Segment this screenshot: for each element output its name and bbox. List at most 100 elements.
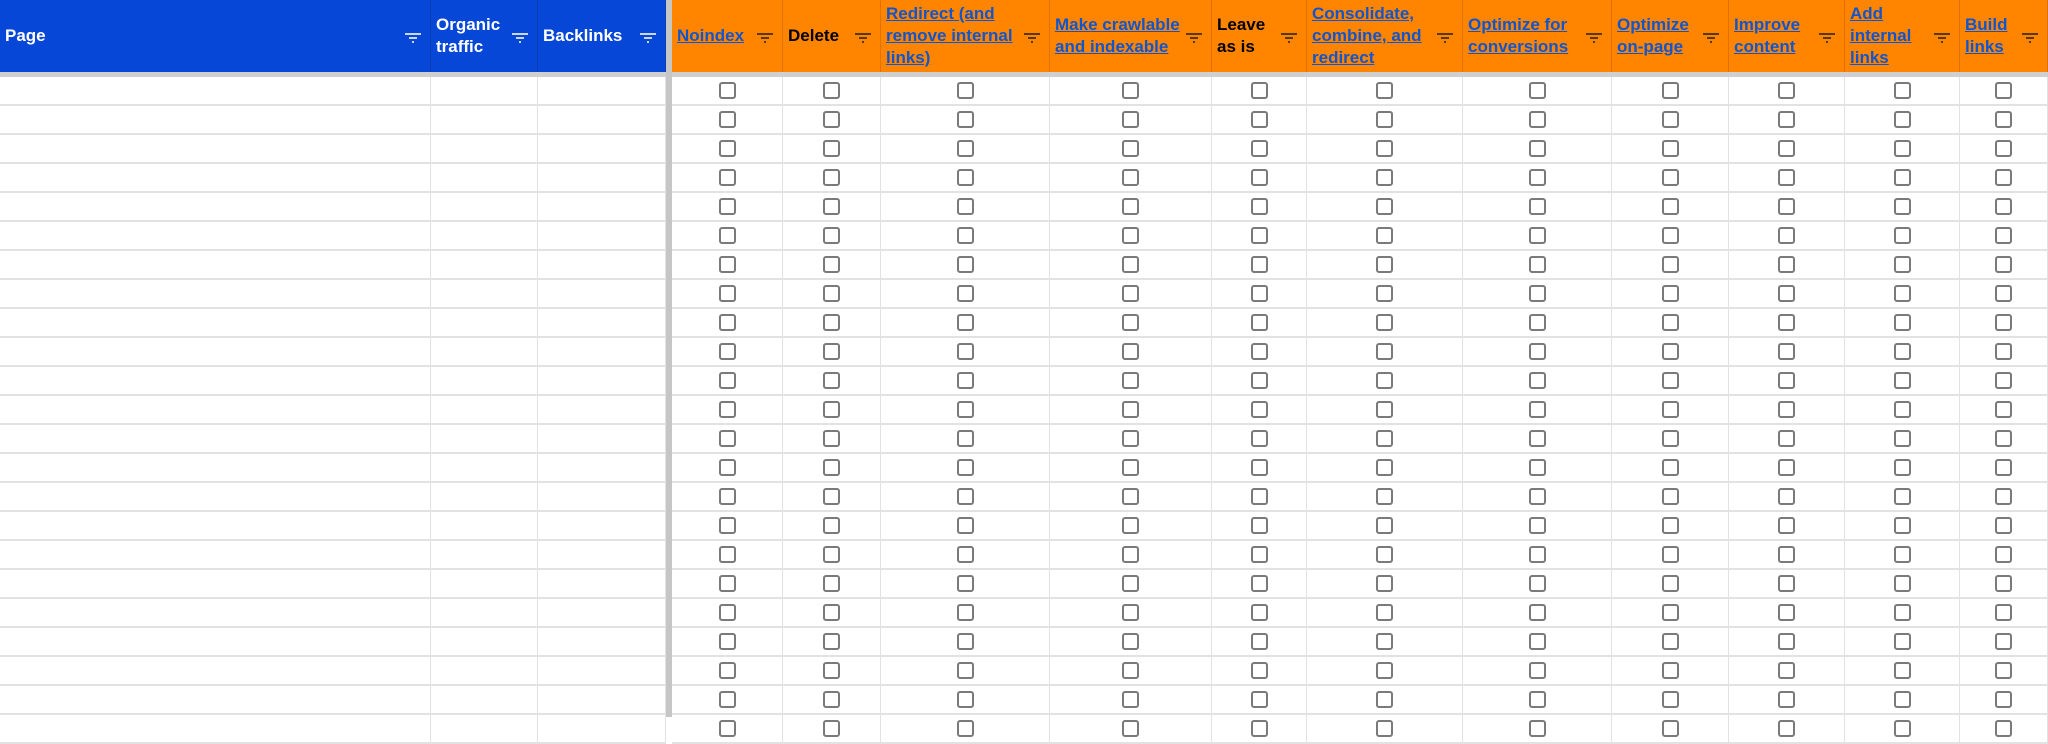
cell-backlinks[interactable]	[538, 512, 666, 541]
checkbox[interactable]	[1250, 604, 1268, 621]
checkbox[interactable]	[1661, 227, 1679, 244]
checkbox[interactable]	[1376, 372, 1393, 389]
checkbox[interactable]	[1995, 488, 2012, 505]
checkbox[interactable]	[1995, 633, 2012, 650]
checkbox[interactable]	[718, 285, 736, 302]
cell-page[interactable]	[0, 715, 431, 744]
cell-organic-traffic[interactable]	[431, 251, 538, 280]
checkbox[interactable]	[823, 430, 840, 447]
checkbox[interactable]	[956, 517, 974, 534]
checkbox[interactable]	[718, 633, 736, 650]
cell-organic-traffic[interactable]	[431, 657, 538, 686]
checkbox[interactable]	[1661, 314, 1679, 331]
cell-backlinks[interactable]	[538, 251, 666, 280]
checkbox[interactable]	[1250, 285, 1268, 302]
checkbox[interactable]	[1250, 430, 1268, 447]
checkbox[interactable]	[823, 662, 840, 679]
checkbox[interactable]	[1995, 546, 2012, 563]
filter-icon[interactable]	[637, 29, 659, 43]
filter-icon[interactable]	[509, 29, 531, 43]
checkbox[interactable]	[1995, 401, 2012, 418]
filter-icon[interactable]	[754, 29, 776, 43]
checkbox[interactable]	[1893, 401, 1911, 418]
cell-organic-traffic[interactable]	[431, 135, 538, 164]
column-header-label[interactable]: Optimize on-page	[1617, 14, 1700, 58]
checkbox[interactable]	[718, 604, 736, 621]
checkbox[interactable]	[1778, 720, 1795, 737]
checkbox[interactable]	[823, 343, 840, 360]
cell-organic-traffic[interactable]	[431, 599, 538, 628]
checkbox[interactable]	[1893, 140, 1911, 157]
checkbox[interactable]	[956, 82, 974, 99]
checkbox[interactable]	[1528, 546, 1546, 563]
checkbox[interactable]	[718, 82, 736, 99]
column-header-make-crawlable-and-indexable[interactable]: Make crawlable and indexable	[1050, 0, 1212, 72]
checkbox[interactable]	[1893, 546, 1911, 563]
checkbox[interactable]	[1250, 314, 1268, 331]
column-header-redirect-and-remove-internal-links[interactable]: Redirect (and remove internal links)	[881, 0, 1050, 72]
filter-icon[interactable]	[1278, 29, 1300, 43]
cell-backlinks[interactable]	[538, 164, 666, 193]
checkbox[interactable]	[1661, 633, 1679, 650]
checkbox[interactable]	[1528, 198, 1546, 215]
checkbox[interactable]	[718, 314, 736, 331]
checkbox[interactable]	[1661, 198, 1679, 215]
cell-backlinks[interactable]	[538, 570, 666, 599]
checkbox[interactable]	[1778, 169, 1795, 186]
checkbox[interactable]	[1250, 256, 1268, 273]
cell-organic-traffic[interactable]	[431, 454, 538, 483]
checkbox[interactable]	[823, 227, 840, 244]
checkbox[interactable]	[1995, 169, 2012, 186]
column-header-label[interactable]: Noindex	[677, 25, 754, 47]
cell-organic-traffic[interactable]	[431, 77, 538, 106]
checkbox[interactable]	[1995, 343, 2012, 360]
checkbox[interactable]	[718, 459, 736, 476]
checkbox[interactable]	[1376, 604, 1393, 621]
checkbox[interactable]	[1528, 372, 1546, 389]
checkbox[interactable]	[1995, 227, 2012, 244]
checkbox[interactable]	[1250, 488, 1268, 505]
checkbox[interactable]	[718, 720, 736, 737]
checkbox[interactable]	[1661, 575, 1679, 592]
cell-page[interactable]	[0, 77, 431, 106]
checkbox[interactable]	[1250, 343, 1268, 360]
cell-page[interactable]	[0, 512, 431, 541]
checkbox[interactable]	[718, 140, 736, 157]
cell-organic-traffic[interactable]	[431, 222, 538, 251]
checkbox[interactable]	[1122, 82, 1139, 99]
checkbox[interactable]	[1893, 227, 1911, 244]
cell-page[interactable]	[0, 280, 431, 309]
cell-backlinks[interactable]	[538, 686, 666, 715]
cell-organic-traffic[interactable]	[431, 338, 538, 367]
checkbox[interactable]	[1995, 198, 2012, 215]
checkbox[interactable]	[1778, 401, 1795, 418]
checkbox[interactable]	[718, 227, 736, 244]
column-header-leave-as-is[interactable]: Leave as is	[1212, 0, 1307, 72]
checkbox[interactable]	[823, 256, 840, 273]
checkbox[interactable]	[956, 256, 974, 273]
checkbox[interactable]	[1250, 662, 1268, 679]
cell-backlinks[interactable]	[538, 715, 666, 744]
filter-icon[interactable]	[402, 29, 424, 43]
checkbox[interactable]	[1376, 140, 1393, 157]
checkbox[interactable]	[823, 140, 840, 157]
checkbox[interactable]	[1376, 198, 1393, 215]
checkbox[interactable]	[1778, 314, 1795, 331]
cell-backlinks[interactable]	[538, 599, 666, 628]
checkbox[interactable]	[1376, 488, 1393, 505]
cell-page[interactable]	[0, 483, 431, 512]
checkbox[interactable]	[718, 256, 736, 273]
checkbox[interactable]	[718, 111, 736, 128]
checkbox[interactable]	[956, 401, 974, 418]
checkbox[interactable]	[1661, 546, 1679, 563]
column-header-label[interactable]: Consolidate, combine, and redirect	[1312, 3, 1434, 69]
checkbox[interactable]	[1528, 401, 1546, 418]
checkbox[interactable]	[1778, 256, 1795, 273]
checkbox[interactable]	[823, 198, 840, 215]
checkbox[interactable]	[956, 169, 974, 186]
checkbox[interactable]	[1376, 517, 1393, 534]
checkbox[interactable]	[823, 372, 840, 389]
checkbox[interactable]	[823, 517, 840, 534]
checkbox[interactable]	[1778, 198, 1795, 215]
checkbox[interactable]	[1122, 633, 1139, 650]
